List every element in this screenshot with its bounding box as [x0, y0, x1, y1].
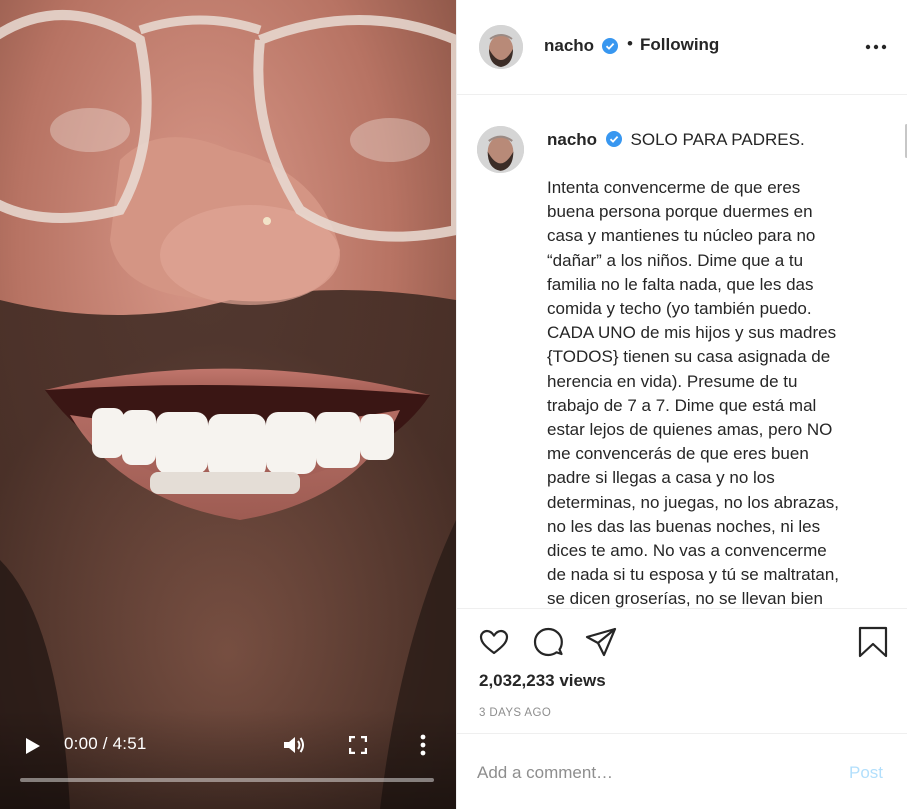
- video-progress-bar[interactable]: [20, 778, 434, 782]
- post-actions: 2,032,233 views 3 DAYS AGO: [457, 608, 907, 732]
- avatar-image: [479, 25, 523, 69]
- separator-dot: •: [627, 34, 633, 53]
- post-button[interactable]: Post: [849, 763, 883, 783]
- caption-avatar[interactable]: [477, 126, 524, 173]
- caption-area[interactable]: nacho SOLO PARA PADRES. Intenta convence…: [457, 96, 907, 608]
- post-header: nacho • Following: [457, 0, 907, 95]
- post-side-panel: nacho • Following nacho SOLO PARA PADRES…: [456, 0, 907, 809]
- caption-username[interactable]: nacho: [547, 130, 597, 149]
- volume-icon[interactable]: [282, 734, 306, 756]
- comment-icon[interactable]: [532, 626, 564, 658]
- more-horizontal-icon[interactable]: [865, 44, 887, 50]
- comment-input[interactable]: [477, 758, 817, 788]
- share-icon[interactable]: [585, 626, 617, 658]
- verified-badge-icon: [602, 38, 618, 54]
- caption-title: SOLO PARA PADRES.: [630, 130, 805, 149]
- fullscreen-icon[interactable]: [349, 736, 367, 754]
- play-icon[interactable]: [22, 737, 42, 755]
- video-time: 0:00 / 4:51: [64, 734, 147, 753]
- more-vertical-icon[interactable]: [419, 734, 427, 756]
- video-player[interactable]: 0:00 / 4:51: [0, 0, 456, 809]
- views-count[interactable]: 2,032,233 views: [479, 671, 606, 691]
- following-button[interactable]: Following: [640, 35, 719, 55]
- verified-badge-icon: [605, 131, 622, 147]
- caption-avatar-image: [477, 126, 524, 173]
- caption-text: Intenta convencerme de que eres buena pe…: [547, 178, 840, 608]
- post-date[interactable]: 3 DAYS AGO: [479, 707, 551, 719]
- instagram-post: 0:00 / 4:51 nacho • Following nacho SOLO…: [0, 0, 907, 809]
- caption-header: nacho SOLO PARA PADRES.: [547, 130, 805, 150]
- comment-bar: Post: [457, 733, 907, 809]
- header-username[interactable]: nacho: [544, 36, 594, 56]
- heart-icon[interactable]: [478, 626, 510, 658]
- bookmark-icon[interactable]: [857, 626, 889, 658]
- video-controls: [0, 709, 456, 809]
- video-frame[interactable]: [0, 0, 456, 809]
- avatar[interactable]: [479, 25, 523, 69]
